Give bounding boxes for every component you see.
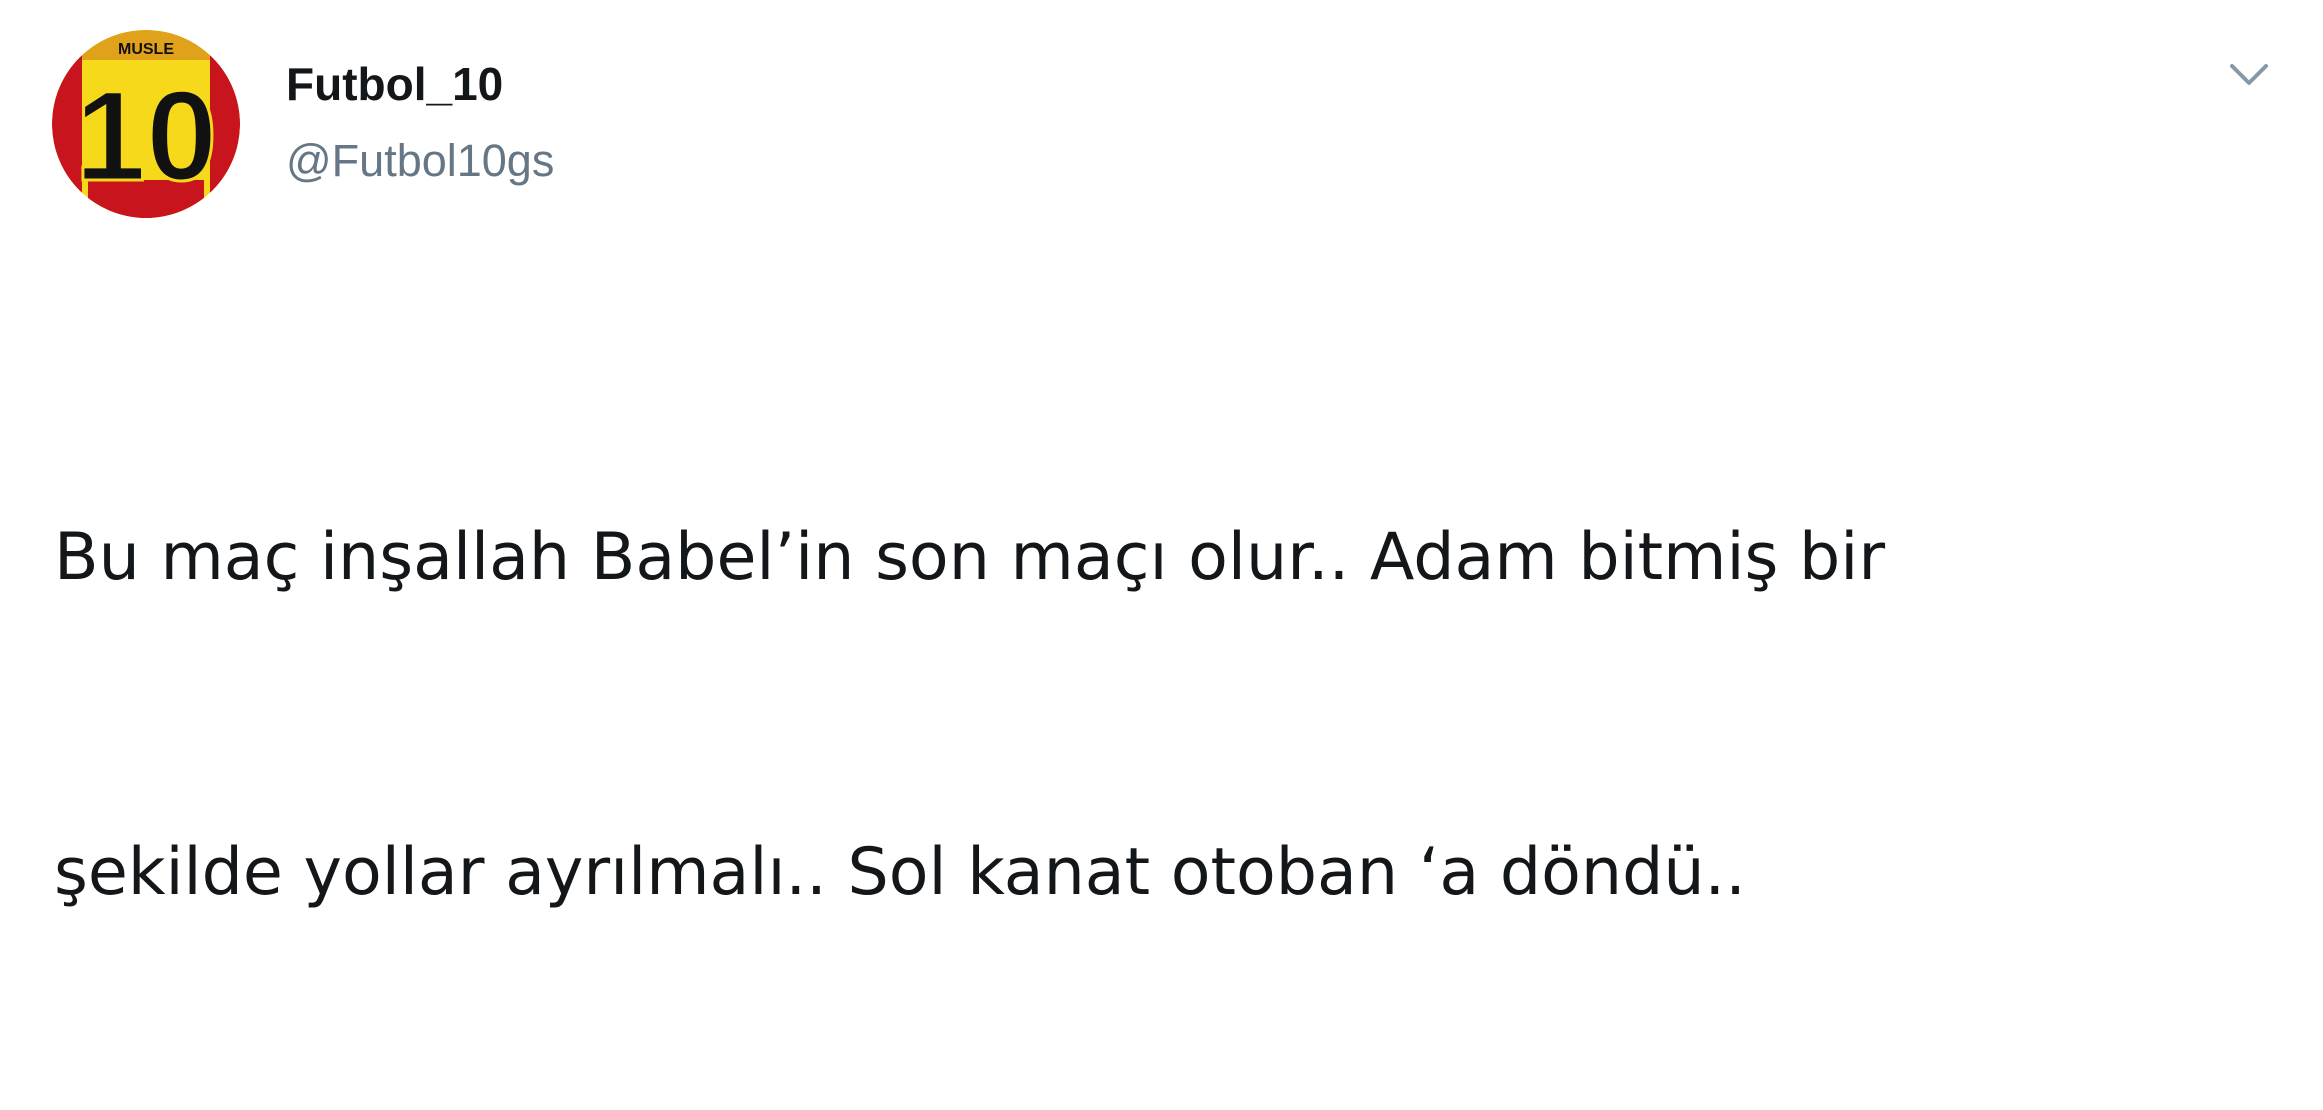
author-handle[interactable]: @Futbol10gs: [286, 133, 554, 189]
avatar-jersey-name: MUSLE: [118, 41, 174, 58]
tweet-card: MUSLE 10 Futbol_10 @Futbol10gs Bu maç in…: [0, 0, 2323, 910]
avatar-number: 10: [75, 65, 217, 208]
tweet-text-line: Bu maç inşallah Babel’in son maçı olur..…: [54, 520, 1886, 595]
avatar-image: MUSLE 10: [52, 30, 240, 218]
avatar[interactable]: MUSLE 10: [52, 30, 240, 218]
tweet-text-line: şekilde yollar ayrılmalı.. Sol kanat oto…: [54, 835, 1746, 910]
author-display-name[interactable]: Futbol_10: [286, 56, 503, 112]
chevron-down-icon[interactable]: [2224, 56, 2274, 96]
tweet-text: Bu maç inşallah Babel’in son maçı olur..…: [54, 295, 2304, 1110]
